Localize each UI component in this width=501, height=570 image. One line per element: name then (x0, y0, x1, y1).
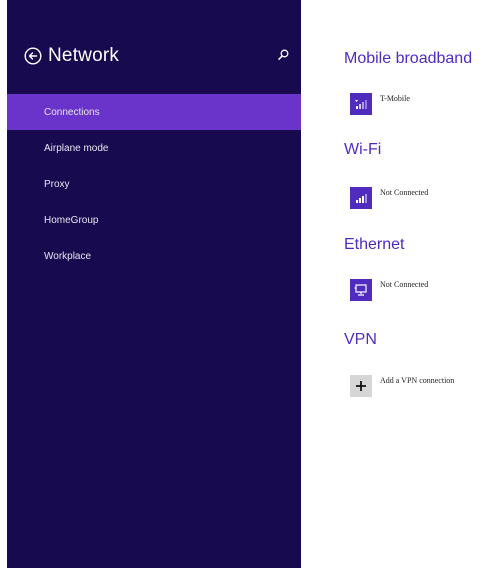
signal-bars-icon (355, 100, 367, 109)
sidebar-nav: Connections Airplane mode Proxy HomeGrou… (7, 94, 301, 274)
connections-panel: Mobile broadband T-Mobile Wi-Fi Not Conn… (330, 0, 501, 570)
ethernet-connection[interactable]: Not Connected (350, 279, 428, 301)
sidebar-item-label: Airplane mode (44, 142, 109, 154)
add-vpn-tile (350, 375, 372, 397)
search-icon[interactable] (277, 48, 290, 61)
sidebar-item-workplace[interactable]: Workplace (7, 238, 301, 274)
ethernet-heading: Ethernet (344, 236, 405, 253)
sidebar-header: Network (24, 42, 119, 70)
sidebar-item-label: Connections (44, 106, 100, 118)
sidebar: Network Connections Airplane mode Proxy … (7, 0, 301, 568)
sidebar-item-airplane-mode[interactable]: Airplane mode (7, 130, 301, 166)
ethernet-status: Not Connected (380, 280, 429, 289)
wifi-status: Not Connected (380, 188, 429, 197)
add-vpn-label: Add a VPN connection (380, 376, 455, 385)
mobile-broadband-tile (350, 93, 372, 115)
add-vpn-button[interactable]: Add a VPN connection (350, 375, 454, 397)
page-title: Network (48, 45, 120, 66)
sidebar-item-label: Proxy (44, 178, 70, 190)
wifi-heading: Wi-Fi (344, 141, 382, 158)
sidebar-item-proxy[interactable]: Proxy (7, 166, 301, 202)
wifi-connection[interactable]: Not Connected (350, 187, 428, 209)
mobile-broadband-status: T-Mobile (380, 94, 410, 103)
sidebar-item-label: Workplace (44, 250, 92, 262)
vpn-heading: VPN (344, 331, 377, 348)
plus-icon (356, 381, 366, 391)
sidebar-item-label: HomeGroup (44, 214, 99, 226)
mobile-broadband-heading: Mobile broadband (344, 50, 473, 67)
sidebar-item-connections[interactable]: Connections (7, 94, 301, 130)
sidebar-item-homegroup[interactable]: HomeGroup (7, 202, 301, 238)
mobile-broadband-connection[interactable]: T-Mobile (350, 93, 410, 115)
back-arrow-icon[interactable] (24, 47, 42, 65)
ethernet-monitor-icon (354, 284, 367, 296)
wifi-signal-icon (356, 194, 367, 203)
network-settings-window: Network Connections Airplane mode Proxy … (0, 0, 501, 570)
ethernet-tile (350, 279, 372, 301)
wifi-tile (350, 187, 372, 209)
